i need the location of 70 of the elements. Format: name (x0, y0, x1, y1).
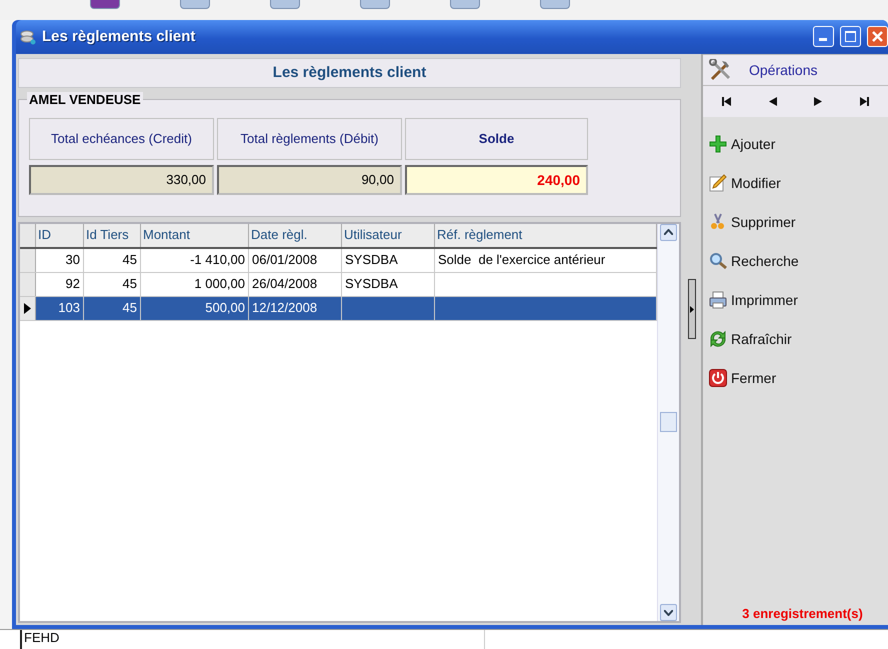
printer-icon (709, 291, 727, 310)
table-cell: SYSDBA (345, 276, 398, 291)
splitter-handle[interactable] (688, 279, 696, 340)
action-button[interactable]: Supprimer (703, 202, 888, 242)
triangle-icon (690, 306, 694, 313)
column-header[interactable]: Date règl. (249, 224, 342, 247)
total-value-field: 330,00 (29, 164, 214, 195)
table-cell: 30 (66, 252, 80, 267)
next-record-button[interactable] (812, 94, 824, 108)
first-record-button[interactable] (720, 94, 733, 108)
table-cell: 92 (66, 276, 80, 291)
total-value-field: 240,00 (405, 164, 588, 195)
chevron-up-icon (664, 229, 673, 236)
action-button[interactable]: Imprimmer (703, 280, 888, 320)
table-cell: 12/12/2008 (252, 300, 318, 315)
table-row[interactable]: 30 45 -1 410,00 06/01/2008 SYSDBA Solde de l'exercice antérieur (20, 248, 657, 273)
tools-icon (709, 58, 733, 81)
close-button[interactable] (867, 26, 888, 48)
action-button[interactable]: Fermer (703, 358, 888, 398)
total-label: Solde (405, 118, 588, 160)
scrollbar-thumb[interactable] (660, 412, 677, 432)
table-cell: 500,00 (205, 300, 245, 315)
close-icon (872, 31, 883, 42)
table-cell: 45 (122, 300, 137, 315)
toolbar-icon[interactable] (90, 0, 120, 9)
last-record-button[interactable] (858, 94, 872, 108)
row-header[interactable] (20, 296, 36, 320)
record-count: 3 enregistrement(s) (741, 606, 864, 624)
plus-icon (709, 135, 727, 154)
previous-record-button[interactable] (766, 94, 779, 108)
table-cell: Solde de l'exercice antérieur (438, 252, 606, 267)
table-cell: 06/01/2008 (252, 252, 318, 267)
refresh-icon (709, 330, 727, 348)
maximize-icon (845, 31, 856, 42)
scroll-up-button[interactable] (660, 224, 677, 241)
action-button[interactable]: Ajouter (703, 124, 888, 164)
total-label: Total echéances (Credit) (29, 118, 214, 160)
window-title: Les règlements client (42, 28, 196, 46)
column-header[interactable]: Montant (141, 224, 249, 247)
panel-title: Les règlements client (18, 58, 681, 88)
table-cell: 26/04/2008 (252, 276, 318, 291)
table-cell: 45 (122, 276, 137, 291)
action-button[interactable]: Rafraîchir (703, 320, 888, 359)
table-cell: 1 000,00 (194, 276, 245, 291)
column-header[interactable]: Utilisateur (342, 224, 435, 247)
table-cell: SYSDBA (345, 252, 398, 267)
total-value-field: 90,00 (217, 164, 402, 195)
chevron-down-icon (664, 610, 673, 616)
table-cell: 103 (58, 300, 80, 315)
power-icon (709, 369, 727, 388)
table-cell: FEHD (24, 630, 60, 646)
row-pointer-icon (24, 302, 31, 314)
magnifier-icon (709, 252, 727, 270)
scroll-down-button[interactable] (660, 604, 677, 622)
table-cell: -1 410,00 (190, 252, 245, 267)
row-header[interactable] (20, 248, 36, 272)
minimize-button[interactable] (813, 26, 834, 48)
action-button[interactable]: Modifier (703, 164, 888, 203)
column-header[interactable]: Id Tiers (84, 224, 141, 247)
table-row[interactable]: 103 45 500,00 12/12/2008 (20, 296, 657, 321)
coins-icon (20, 28, 36, 45)
table-cell: 45 (122, 252, 137, 267)
action-button[interactable]: Recherche (703, 242, 888, 281)
column-header[interactable]: ID (36, 224, 84, 247)
pencil-icon (709, 174, 727, 192)
customer-name: AMEL VENDEUSE (27, 92, 143, 107)
total-label: Total règlements (Débit) (217, 118, 402, 160)
operations-title: Opérations (749, 62, 818, 78)
maximize-button[interactable] (840, 26, 861, 48)
scissors-icon (709, 213, 727, 232)
